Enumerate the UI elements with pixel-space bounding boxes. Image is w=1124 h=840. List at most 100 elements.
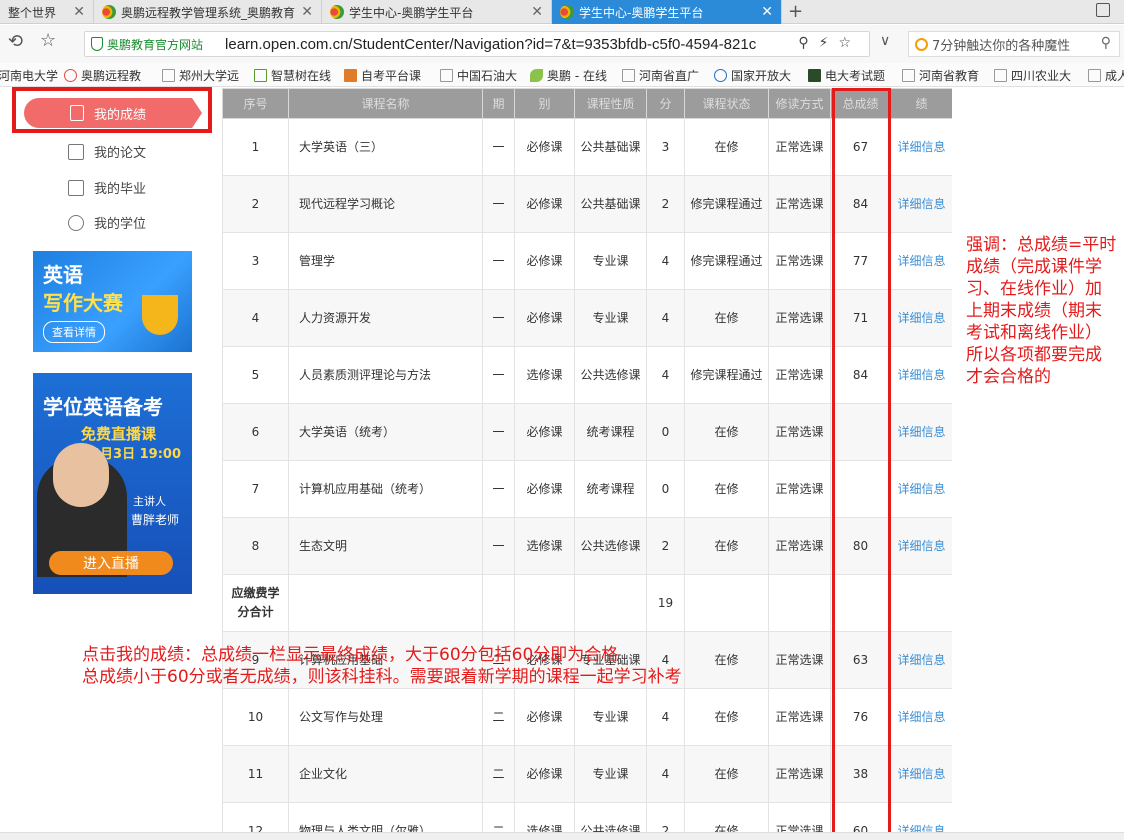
url-bar[interactable]: 奥鹏教育官方网站 learn.open.com.cn/StudentCenter… — [84, 31, 870, 57]
tab-student-center-active[interactable]: 学生中心-奥鹏学生平台 ✕ — [552, 0, 782, 24]
course-type: 选修课 — [514, 517, 575, 575]
course-type: 必修课 — [514, 460, 575, 518]
bookmark-icon — [808, 69, 821, 82]
credit: 2 — [646, 517, 685, 575]
study-mode: 正常选课 — [768, 175, 831, 233]
table-row: 7 计算机应用基础（统考）一必修课 统考课程 0 在修 正常选课 详细信息 — [222, 460, 952, 518]
detail-link[interactable]: 详细信息 — [890, 631, 952, 689]
bookmark-item[interactable]: 国家开放大 — [714, 67, 791, 84]
bookmark-item[interactable]: 奥鹏 - 在线 — [530, 67, 607, 84]
bookmark-item[interactable]: 郑州大学远 — [162, 67, 239, 84]
table-row: 5 人员素质测评理论与方法一选修课 公共选修课 4 修完课程通过 正常选课 84 详细信息 — [222, 346, 952, 404]
detail-link[interactable]: 详细信息 — [890, 688, 952, 746]
degree-english-banner[interactable]: 学位英语备考 免费直播课 4月3日 19:00 主讲人 曹胖老师 进入直播 — [33, 373, 192, 594]
page-icon — [622, 69, 635, 82]
sidebar-item-my-degree[interactable]: 我的学位 — [68, 213, 146, 232]
view-details-button[interactable]: 查看详情 — [43, 321, 105, 343]
aopeng-favicon-icon — [330, 5, 344, 19]
page-icon — [994, 69, 1007, 82]
tab-world[interactable]: 整个世界 ✕ — [0, 0, 94, 24]
bookmark-item[interactable]: 智慧树在线 — [254, 67, 331, 84]
table-row: 10 公文写作与处理二必修课 专业课 4 在修 正常选课 76 详细信息 — [222, 688, 952, 746]
study-mode: 正常选课 — [768, 688, 831, 746]
bookmark-item[interactable]: 成人 — [1088, 67, 1124, 84]
bookmark-item[interactable]: 河南省教育 — [902, 67, 979, 84]
course-status: 在修 — [684, 802, 769, 832]
writing-contest-banner[interactable]: 英语 写作大赛 查看详情 — [33, 251, 192, 352]
course-type: 选修课 — [514, 346, 575, 404]
grades-table: 序号 课程名称 期 别 课程性质 分 课程状态 修读方式 总成绩 绩 1 大学英语… — [222, 88, 952, 832]
star-icon[interactable]: ☆ — [40, 30, 56, 51]
credit: 2 — [646, 175, 685, 233]
course-nature: 公共选修课 — [574, 802, 647, 832]
bookmark-item[interactable]: 四川农业大 — [994, 67, 1071, 84]
detail-link[interactable]: 详细信息 — [890, 346, 952, 404]
course-nature: 专业课 — [574, 232, 647, 290]
bookmark-item[interactable]: 中国石油大 — [440, 67, 517, 84]
search-engine-icon — [915, 37, 928, 51]
detail-link[interactable]: 详细信息 — [890, 745, 952, 803]
horizontal-scrollbar[interactable] — [0, 832, 1124, 840]
detail-link[interactable]: 详细信息 — [890, 175, 952, 233]
course-nature: 统考课程 — [574, 460, 647, 518]
page-icon — [1088, 69, 1101, 82]
browser-tab-bar: 整个世界 ✕ 奥鹏远程教学管理系统_奥鹏教育 ✕ 学生中心-奥鹏学生平台 ✕ 学… — [0, 0, 1124, 24]
close-icon[interactable]: ✕ — [301, 4, 313, 20]
page-icon — [440, 69, 453, 82]
tab-student-center[interactable]: 学生中心-奥鹏学生平台 ✕ — [322, 0, 552, 24]
row-number: 11 — [222, 745, 289, 803]
bookmark-item[interactable]: 自考平台课 — [344, 67, 421, 84]
bookmark-item[interactable]: 河南电大学 — [0, 67, 58, 84]
course-status: 在修 — [684, 688, 769, 746]
bookmark-item[interactable]: 电大考试题 — [808, 67, 885, 84]
total-score — [830, 460, 891, 518]
url-text[interactable]: learn.open.com.cn/StudentCenter/Navigati… — [225, 36, 785, 53]
course-nature: 统考课程 — [574, 403, 647, 461]
total-score — [830, 403, 891, 461]
course-name: 大学英语（统考） — [288, 403, 483, 461]
bookmark-item[interactable]: 奥鹏远程教 — [64, 67, 141, 84]
course-name: 公文写作与处理 — [288, 688, 483, 746]
sidebar-item-my-graduation[interactable]: 我的毕业 — [68, 178, 146, 197]
sidebar-item-my-thesis[interactable]: 我的论文 — [68, 142, 146, 161]
enter-live-button[interactable]: 进入直播 — [49, 551, 173, 575]
total-score: 38 — [830, 745, 891, 803]
chevron-down-icon[interactable]: ∨ — [880, 33, 890, 49]
course-name: 人力资源开发 — [288, 289, 483, 347]
bookmark-item[interactable]: 河南省直广 — [622, 67, 699, 84]
total-score: 67 — [830, 118, 891, 176]
credit: 3 — [646, 118, 685, 176]
url-action-icons[interactable]: ⚲⚡☆ — [798, 35, 861, 51]
detail-link — [890, 574, 952, 632]
course-type: 必修课 — [514, 289, 575, 347]
course-nature: 专业课 — [574, 688, 647, 746]
course-name: 企业文化 — [288, 745, 483, 803]
detail-link[interactable]: 详细信息 — [890, 232, 952, 290]
detail-link[interactable]: 详细信息 — [890, 802, 952, 832]
detail-link[interactable]: 详细信息 — [890, 118, 952, 176]
detail-link[interactable]: 详细信息 — [890, 517, 952, 575]
new-tab-icon[interactable]: + — [788, 1, 803, 22]
row-number: 4 — [222, 289, 289, 347]
tab-aopeng-system[interactable]: 奥鹏远程教学管理系统_奥鹏教育 ✕ — [94, 0, 322, 24]
course-status: 在修 — [684, 745, 769, 803]
close-icon[interactable]: ✕ — [531, 4, 543, 20]
close-icon[interactable]: ✕ — [73, 4, 85, 20]
page-icon — [162, 69, 175, 82]
row-number: 3 — [222, 232, 289, 290]
search-box[interactable]: 7分钟触达你的各种魔性 ⚲ — [908, 31, 1120, 57]
back-icon[interactable]: ⟲ — [8, 31, 23, 52]
total-score: 84 — [830, 346, 891, 404]
detail-link[interactable]: 详细信息 — [890, 289, 952, 347]
course-status: 修完课程通过 — [684, 175, 769, 233]
course-type: 必修课 — [514, 118, 575, 176]
study-mode: 正常选课 — [768, 232, 831, 290]
close-icon[interactable]: ✕ — [761, 4, 773, 20]
course-nature: 公共基础课 — [574, 118, 647, 176]
detail-link[interactable]: 详细信息 — [890, 403, 952, 461]
detail-link[interactable]: 详细信息 — [890, 460, 952, 518]
course-name: 计算机应用基础（统考） — [288, 460, 483, 518]
skin-icon[interactable] — [1096, 3, 1110, 17]
table-row: 11 企业文化二必修课 专业课 4 在修 正常选课 38 详细信息 — [222, 745, 952, 803]
search-icon[interactable]: ⚲ — [1101, 35, 1111, 51]
